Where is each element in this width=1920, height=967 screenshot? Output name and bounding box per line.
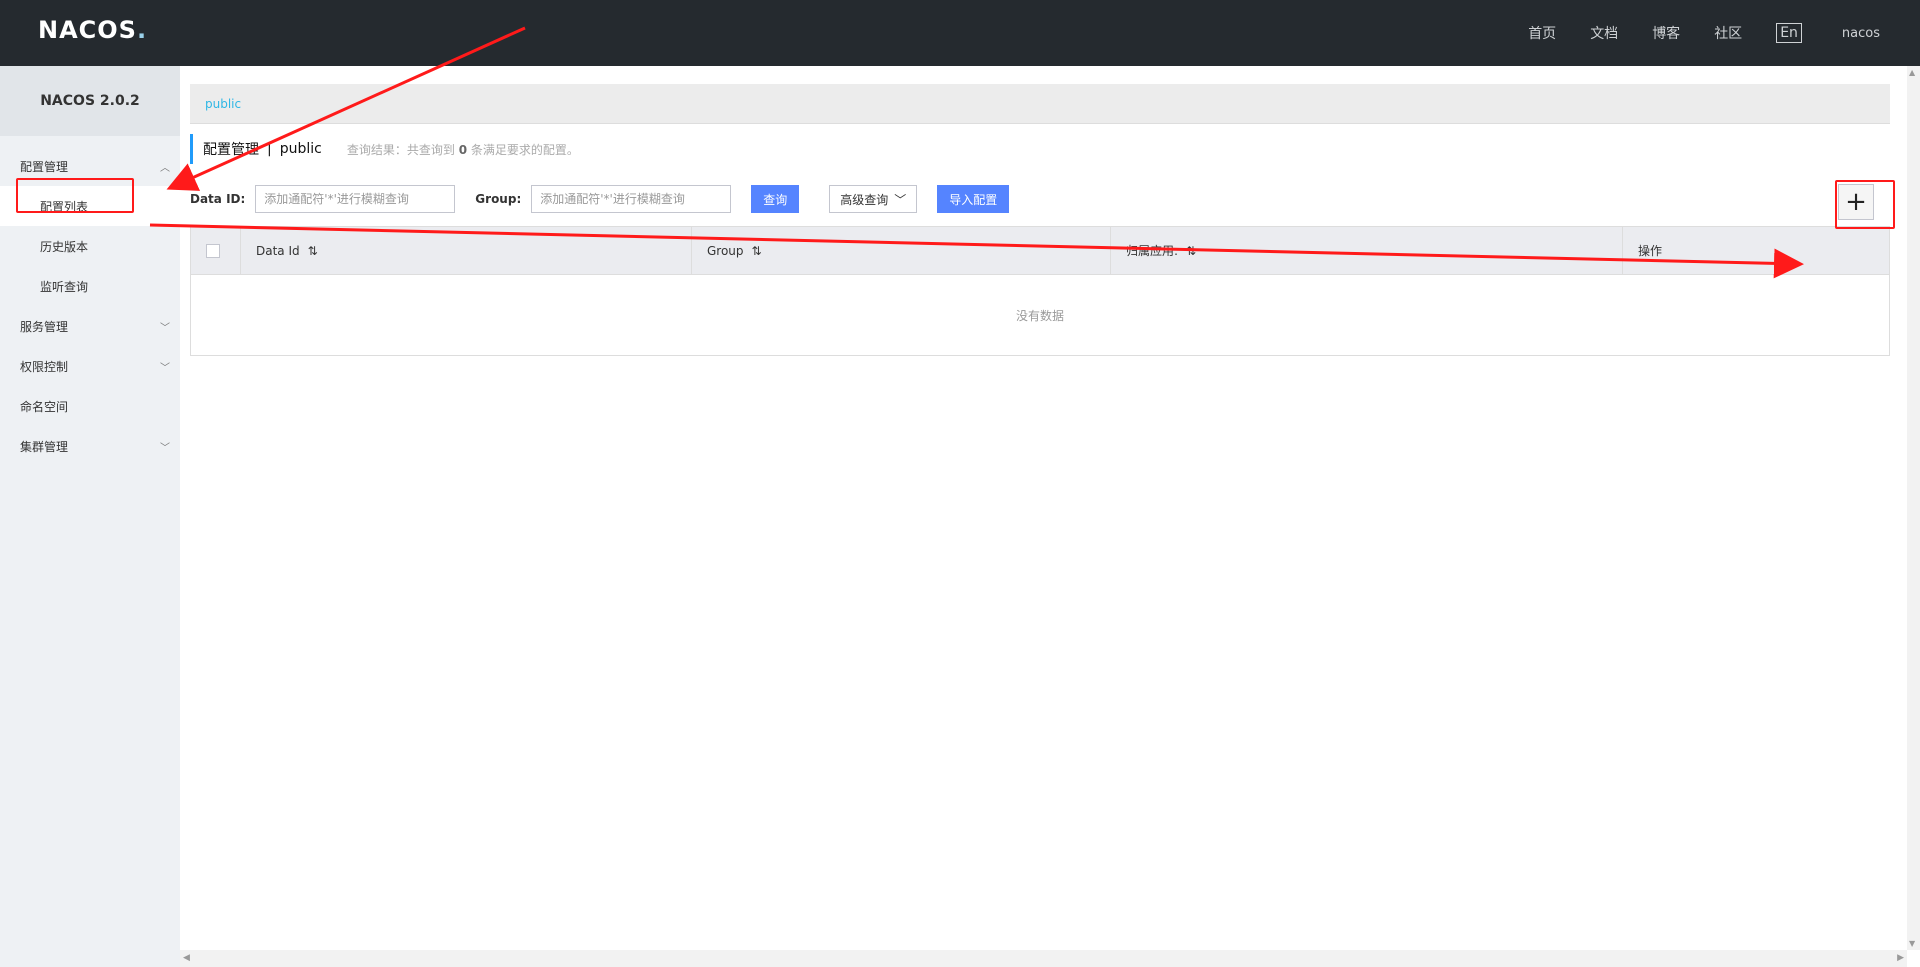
- annotation-arrow-to-config-list: [166, 26, 526, 191]
- annotation-arrow-to-add-button: [149, 223, 1804, 279]
- annotation-arrows: [149, 26, 1804, 279]
